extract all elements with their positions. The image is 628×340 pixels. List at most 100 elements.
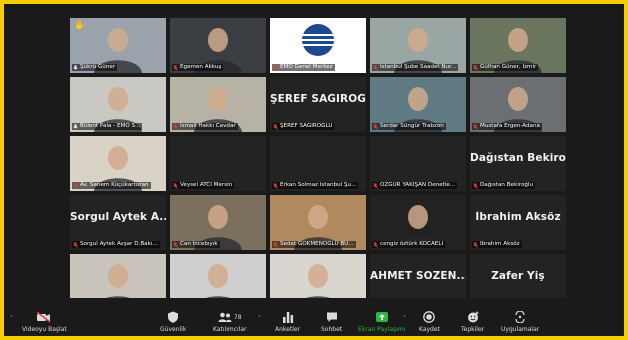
participant-name-label: Veysel ATCI Mersin: [172, 182, 264, 189]
mic-muted-icon: [373, 64, 378, 71]
participant-tile[interactable]: ✋ Şükrü Güner: [70, 18, 166, 73]
participant-name-label: İstanbul Şube Saadet Nur...: [372, 64, 464, 71]
start-video-label: Videoyu Başlat: [22, 326, 67, 333]
apps-label: Uygulamalar: [501, 326, 540, 333]
participant-name-label: Serdar Süngür Trabzon: [372, 123, 464, 130]
mic-muted-icon: [173, 64, 178, 71]
mic-icon: [73, 64, 78, 69]
participant-tile[interactable]: Bülent Pala - EMO S...: [70, 77, 166, 132]
participant-name: Bülent Pala - EMO S...: [80, 123, 141, 129]
participant-name: İstanbul Şube Saadet Nur...: [380, 64, 457, 70]
participants-icon: [218, 312, 232, 322]
participant-name: Gülhan Güner, İzmir: [480, 64, 537, 70]
participant-name-label: Av. Sanem Küçükarturan: [72, 182, 164, 189]
participant-name-label: Can Incebıyık: [172, 241, 264, 248]
participant-name: Can Incebıyık: [180, 241, 218, 247]
participant-tile[interactable]: Egemen Akkuş: [170, 18, 266, 73]
mic-icon: [73, 123, 78, 128]
emoji-plus-icon: [467, 311, 479, 323]
polls-label: Anketler: [275, 326, 301, 333]
participant-name: cengiz öztürk KOCAELİ: [380, 241, 444, 247]
participant-tile[interactable]: Sedat GÖKMENOĞLU BU...: [270, 195, 366, 250]
participant-name-label: ŞEREF SAĞIROĞLU: [272, 123, 364, 130]
participant-name: Veysel ATCI Mersin: [180, 182, 233, 188]
participant-name-label: İsmail Hakkı Cavdar: [172, 123, 264, 130]
participant-tile[interactable]: Av. Sanem Küçükarturan: [70, 136, 166, 191]
participants-button[interactable]: 78 Katılımcılar: [213, 311, 246, 333]
chevron-up-icon[interactable]: ˄: [403, 315, 406, 322]
participant-name: Egemen Akkuş: [180, 64, 222, 70]
participant-name-label: Bülent Pala - EMO S...: [72, 123, 164, 130]
polls-button[interactable]: Anketler: [275, 311, 300, 333]
shield-icon: [168, 311, 179, 323]
mic-muted-icon: [273, 64, 278, 71]
participant-display-name: Zafer Yiş: [491, 270, 545, 282]
apps-icon: [515, 311, 525, 323]
participant-name: ŞEREF SAĞIROĞLU: [280, 123, 333, 129]
security-button[interactable]: Güvenlik: [160, 311, 186, 333]
participant-name-label: Egemen Akkuş: [172, 64, 264, 71]
participant-display-name: ŞEREF SAĞIROĞ...: [270, 93, 366, 105]
mic-muted-icon: [473, 182, 478, 189]
participant-name: İbrahim Aksöz: [480, 241, 520, 247]
participant-tile[interactable]: İstanbul Şube Saadet Nur...: [370, 18, 466, 73]
mic-muted-icon: [173, 241, 178, 248]
participant-tile[interactable]: İbrahim Aksöz İbrahim Aksöz: [470, 195, 566, 250]
mic-muted-icon: [373, 241, 378, 248]
participant-name: İsmail Hakkı Cavdar: [180, 123, 236, 129]
meeting-toolbar: ˄ Videoyu Başlat ˄ Güvenlik 78 Katılımcı…: [4, 298, 624, 336]
record-icon: [423, 311, 436, 323]
chevron-up-icon[interactable]: ˄: [258, 315, 261, 322]
participant-tile[interactable]: ŞEREF SAĞIROĞ... ŞEREF SAĞIROĞLU: [270, 77, 366, 132]
mic-muted-icon: [73, 241, 78, 248]
participant-name-label: Gülhan Güner, İzmir: [472, 64, 564, 71]
participant-tile[interactable]: Dağıstan Bekiro... Dağıstan Bekiroğlu: [470, 136, 566, 191]
participant-name: ÖZGÜR YAKIŞAN Denetle...: [380, 182, 456, 188]
mic-muted-icon: [73, 182, 78, 189]
share-screen-label: Ekran Paylaşımı: [358, 326, 406, 333]
reactions-button[interactable]: Tepkiler: [461, 311, 484, 333]
chevron-up-icon[interactable]: ˄: [10, 315, 13, 322]
mic-muted-icon: [273, 123, 278, 130]
participant-name: Serdar Süngür Trabzon: [380, 123, 444, 129]
participant-tile[interactable]: İsmail Hakkı Cavdar: [170, 77, 266, 132]
participant-tile[interactable]: Veysel ATCI Mersin: [170, 136, 266, 191]
record-button[interactable]: Kaydet: [419, 311, 440, 333]
participant-name-label: Şükrü Güner: [72, 64, 164, 71]
zoom-window: ✋ Şükrü Güner Egemen Akkuş EMO Genel Merkez…: [4, 4, 624, 336]
start-video-button[interactable]: Videoyu Başlat: [22, 311, 67, 333]
participant-tile[interactable]: Sorgul Aytek A... Sorgul Aytek Avşar D.Ba…: [70, 195, 166, 250]
participant-tile[interactable]: ÖZGÜR YAKIŞAN Denetle...: [370, 136, 466, 191]
participant-tile[interactable]: Erkan Solmaz İstanbul Şu...: [270, 136, 366, 191]
participant-tile[interactable]: Gülhan Güner, İzmir: [470, 18, 566, 73]
participant-name-label: İbrahim Aksöz: [472, 241, 564, 248]
participant-name: EMO Genel Merkez: [280, 64, 333, 70]
mic-muted-icon: [473, 123, 478, 130]
raised-hand-icon: ✋: [74, 21, 86, 31]
mic-muted-icon: [373, 182, 378, 189]
security-label: Güvenlik: [160, 326, 187, 333]
share-screen-icon: [375, 312, 388, 322]
participant-tile[interactable]: Serdar Süngür Trabzon: [370, 77, 466, 132]
mic-muted-icon: [373, 123, 378, 130]
reactions-label: Tepkiler: [461, 326, 485, 333]
chat-label: Sohbet: [321, 326, 343, 333]
participant-name-label: Dağıstan Bekiroğlu: [472, 182, 564, 189]
participant-tile[interactable]: EMO Genel Merkez: [270, 18, 366, 73]
participant-name-label: EMO Genel Merkez: [272, 64, 364, 71]
participant-tile[interactable]: Can Incebıyık: [170, 195, 266, 250]
participant-tile[interactable]: Mustafa Ergen-Adana: [470, 77, 566, 132]
participant-name: Av. Sanem Küçükarturan: [80, 182, 149, 188]
mic-muted-icon: [273, 241, 278, 248]
bar-chart-icon: [282, 312, 293, 323]
mic-muted-icon: [173, 123, 178, 130]
participant-name-label: cengiz öztürk KOCAELİ: [372, 241, 464, 248]
apps-button[interactable]: Uygulamalar: [501, 311, 539, 333]
share-screen-button[interactable]: Ekran Paylaşımı: [358, 311, 405, 333]
mic-muted-icon: [273, 182, 278, 189]
chat-button[interactable]: Sohbet: [321, 311, 342, 333]
participant-name: Şükrü Güner: [80, 64, 116, 70]
participant-tile[interactable]: cengiz öztürk KOCAELİ: [370, 195, 466, 250]
chevron-up-icon[interactable]: ˄: [48, 315, 51, 322]
participant-name: Erkan Solmaz İstanbul Şu...: [280, 182, 357, 188]
